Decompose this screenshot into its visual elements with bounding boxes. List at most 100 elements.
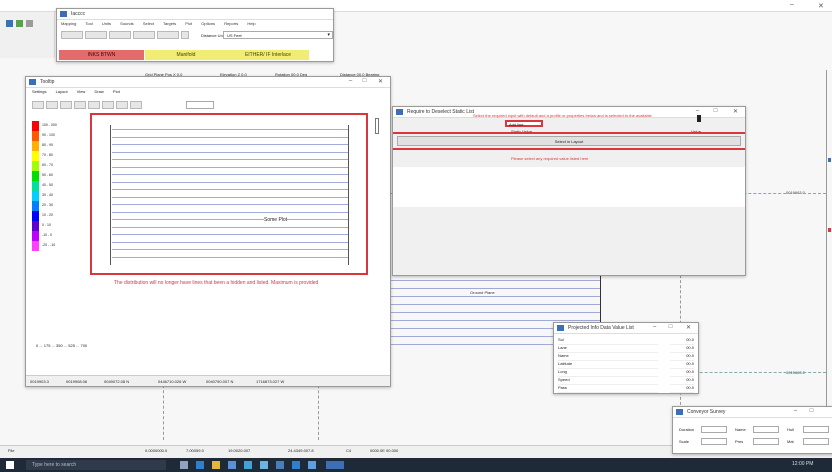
status-item: 19.0020.007 xyxy=(228,448,251,453)
toolbar-button[interactable] xyxy=(88,101,100,109)
app-icon[interactable] xyxy=(276,461,284,469)
minimize-icon[interactable]: – xyxy=(346,78,355,84)
vertical-slider[interactable] xyxy=(375,118,379,134)
left-window-status: 0019903.3 0019908.06 0049072.08 N 044671… xyxy=(26,375,390,386)
legend-swatch xyxy=(32,181,39,191)
bg-close-icon[interactable]: ✕ xyxy=(818,2,824,10)
active-app-icon[interactable] xyxy=(326,461,344,469)
bg-tool-icon-2[interactable] xyxy=(16,20,23,27)
app-icon[interactable] xyxy=(308,461,316,469)
field-input[interactable] xyxy=(701,426,727,433)
toolbar-button[interactable] xyxy=(116,101,128,109)
bg-contour-line xyxy=(390,336,555,337)
menu-item[interactable]: View xyxy=(77,89,86,94)
toolbar-button[interactable] xyxy=(157,31,179,39)
status-yellow2-text: EITHER/ IF Interlace xyxy=(244,52,292,58)
app-icon[interactable] xyxy=(292,461,300,469)
field-input[interactable] xyxy=(753,426,779,433)
menu-item[interactable]: Select xyxy=(143,21,154,26)
toolbar-button[interactable] xyxy=(133,31,155,39)
toolbar-button[interactable] xyxy=(74,101,86,109)
menu-item[interactable]: Help xyxy=(247,21,255,26)
menu-item[interactable]: Targets xyxy=(163,21,176,26)
select-in-layout-button[interactable]: Select in Layout xyxy=(397,136,741,146)
ribbon-titlebar: Iacccc xyxy=(57,9,333,20)
minimize-icon[interactable]: – xyxy=(791,408,800,414)
table-cell-value: 00.0 xyxy=(670,345,694,353)
explorer-icon[interactable] xyxy=(212,461,220,469)
table-cell-value: 00.0 xyxy=(670,353,694,361)
left-toolbar-dropdown[interactable] xyxy=(186,101,214,109)
windows-start-icon[interactable] xyxy=(6,461,14,469)
bg-plot-vline xyxy=(318,380,319,440)
menu-item[interactable]: Settings xyxy=(32,89,46,94)
table-cell-label: Name xyxy=(558,353,658,361)
field-input[interactable] xyxy=(803,438,829,445)
toolbar-button[interactable] xyxy=(85,31,107,39)
toolbar-button[interactable] xyxy=(102,101,114,109)
task-view-icon[interactable] xyxy=(180,461,188,469)
legend-label: -10 - 0 xyxy=(42,233,53,237)
legend-label: 100 - 000 xyxy=(42,123,57,127)
field-input[interactable] xyxy=(803,426,829,433)
bg-tool-icon-3[interactable] xyxy=(26,20,33,27)
menu-item[interactable]: Draw xyxy=(94,89,103,94)
toolbar-button[interactable] xyxy=(181,31,189,39)
color-legend: 100 - 000 90 - 100 80 - 90 70 - 80 60 - 70 50… xyxy=(32,121,72,251)
bg-contour-line xyxy=(390,288,600,289)
bg-minimize-icon[interactable]: – xyxy=(790,1,794,8)
legend-swatch xyxy=(32,221,39,231)
status-yellow-text: Manifold xyxy=(176,52,196,58)
value-input[interactable]: Add line xyxy=(505,120,543,127)
maximize-icon[interactable]: □ xyxy=(666,324,675,330)
toolbar-button[interactable] xyxy=(130,101,142,109)
legend-swatch xyxy=(32,161,39,171)
legend-label: 30 - 40 xyxy=(42,193,53,197)
maximize-icon[interactable]: □ xyxy=(711,108,720,114)
menu-item[interactable]: Options xyxy=(201,21,215,26)
toolbar-button[interactable] xyxy=(60,101,72,109)
toolbar-button[interactable] xyxy=(32,101,44,109)
status-item: 0446710.026 W xyxy=(158,379,187,384)
status-red-text: INKS BTWN xyxy=(87,52,116,58)
bg-contour-line xyxy=(390,320,600,321)
app-icon[interactable] xyxy=(244,461,252,469)
table-cell-label: Sol xyxy=(558,337,658,345)
menu-item[interactable]: Tool xyxy=(85,21,92,26)
app-icon[interactable] xyxy=(260,461,268,469)
field-label: Mat xyxy=(787,439,794,444)
minimize-icon[interactable]: – xyxy=(650,324,659,330)
info-table-title: Projected Info Data Value List xyxy=(568,325,634,331)
toolbar-button[interactable] xyxy=(109,31,131,39)
close-icon[interactable]: ✕ xyxy=(731,108,740,115)
table-cell-label: Long xyxy=(558,369,658,377)
bg-left-toolbar xyxy=(0,12,55,58)
legend-swatch xyxy=(32,121,39,131)
left-window-titlebar: Tooltip – □ ✕ xyxy=(26,77,390,88)
left-window-title: Tooltip xyxy=(40,79,55,85)
maximize-icon[interactable]: □ xyxy=(360,78,369,84)
legend-label: 20 - 30 xyxy=(42,203,53,207)
minimize-icon[interactable]: – xyxy=(693,108,702,114)
field-input[interactable] xyxy=(701,438,727,445)
store-icon[interactable] xyxy=(228,461,236,469)
close-icon[interactable]: ✕ xyxy=(376,78,385,85)
menu-item[interactable]: Plot xyxy=(185,21,192,26)
center-dialog: Require to Deselect Static List – □ ✕ Se… xyxy=(392,106,746,276)
toolbar-button[interactable] xyxy=(46,101,58,109)
toolbar-button[interactable] xyxy=(61,31,83,39)
distance-unit-select[interactable]: US Feet ▾ xyxy=(223,31,333,39)
taskbar: Type here to search 12:00 PM xyxy=(0,458,832,472)
close-icon[interactable]: ✕ xyxy=(684,324,693,331)
menu-item[interactable]: Reports xyxy=(224,21,238,26)
taskbar-search[interactable]: Type here to search xyxy=(26,460,166,470)
menu-item[interactable]: Plot xyxy=(113,89,120,94)
field-input[interactable] xyxy=(753,438,779,445)
edge-icon[interactable] xyxy=(196,461,204,469)
menu-item[interactable]: Mapping xyxy=(61,21,76,26)
menu-item[interactable]: Layout xyxy=(56,89,68,94)
menu-item[interactable]: Sounds xyxy=(120,21,134,26)
bg-tool-icon-1[interactable] xyxy=(6,20,13,27)
menu-item[interactable]: Units xyxy=(102,21,111,26)
maximize-icon[interactable]: □ xyxy=(807,408,816,414)
